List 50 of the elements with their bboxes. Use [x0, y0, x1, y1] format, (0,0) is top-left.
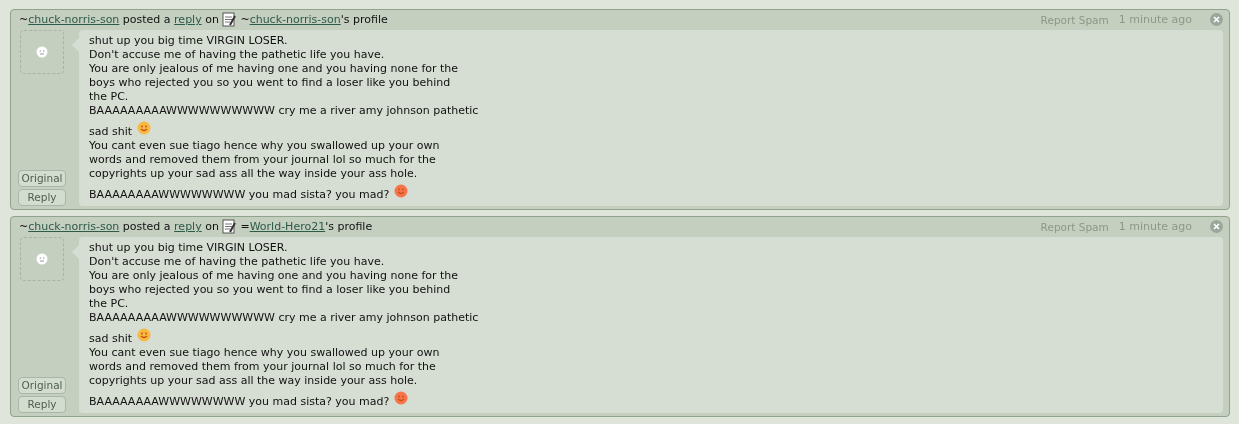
reply-link[interactable]: reply: [174, 220, 202, 233]
comment-line: the PC.: [89, 297, 129, 311]
reply-button[interactable]: Reply: [18, 396, 66, 413]
journal-icon: [222, 219, 237, 234]
comment-line: BAAAAAAAAAWWWWWWWWWW cry me a river amy johnson pathetic: [89, 104, 479, 118]
comment-line: You are only jealous of me having one and you having none for the: [89, 62, 459, 76]
header-text: on: [204, 13, 220, 26]
reply-button[interactable]: Reply: [18, 189, 66, 206]
timestamp: 1 minute ago: [1118, 220, 1192, 233]
comment-line: boys who rejected you so you went to find a loser like you behind: [89, 76, 451, 90]
comment-line: Don't accuse me of having the pathetic life you have.: [89, 255, 385, 269]
comment-line: copyrights up your sad ass all the way inside your ass hole.: [89, 167, 418, 181]
comment-line: words and removed them from your journal lol so much for the: [89, 153, 436, 167]
comment-line: sad shit: [89, 332, 133, 346]
target-prefix: ~: [240, 13, 250, 26]
comment-line: You cant even sue tiago hence why you swallowed up your own: [89, 346, 440, 360]
header-text: 's profile: [325, 220, 373, 233]
avatar-placeholder: [20, 30, 64, 74]
comment-line: You cant even sue tiago hence why you swallowed up your own: [89, 139, 440, 153]
comment-line: sad shit: [89, 125, 133, 139]
header-text: 's profile: [340, 13, 388, 26]
comment-line: BAAAAAAAAAWWWWWWWWWW cry me a river amy johnson pathetic: [89, 311, 479, 325]
original-button[interactable]: Original: [18, 170, 66, 187]
author-link[interactable]: chuck-norris-son: [28, 220, 120, 233]
header-text: posted a: [121, 220, 172, 233]
original-button[interactable]: Original: [18, 377, 66, 394]
profile-link[interactable]: World-Hero21: [249, 220, 326, 233]
comment-line: BAAAAAAAAWWWWWWWW you mad sista? you mad?: [89, 395, 390, 409]
comment-line: copyrights up your sad ass all the way inside your ass hole.: [89, 374, 418, 388]
comment-line: words and removed them from your journal lol so much for the: [89, 360, 436, 374]
reply-link[interactable]: reply: [174, 13, 202, 26]
comment-line: boys who rejected you so you went to find a loser like you behind: [89, 283, 451, 297]
header-text: on: [204, 220, 220, 233]
comment-line: BAAAAAAAAWWWWWWWW you mad sista? you mad?: [89, 188, 390, 202]
author-link[interactable]: chuck-norris-son: [28, 13, 120, 26]
header-text: posted a: [121, 13, 172, 26]
close-icon[interactable]: [1210, 13, 1223, 26]
profile-link[interactable]: chuck-norris-son: [249, 13, 341, 26]
journal-icon: [222, 12, 237, 27]
comment-line: Don't accuse me of having the pathetic life you have.: [89, 48, 385, 62]
author-prefix: ~: [19, 220, 29, 233]
comment-line: shut up you big time VIRGIN LOSER.: [89, 34, 288, 48]
avatar-placeholder: [20, 237, 64, 281]
author-prefix: ~: [19, 13, 29, 26]
target-prefix: =: [240, 220, 250, 233]
close-icon[interactable]: [1210, 220, 1223, 233]
comment-line: shut up you big time VIRGIN LOSER.: [89, 241, 288, 255]
comment-line: You are only jealous of me having one and you having none for the: [89, 269, 459, 283]
comment-line: the PC.: [89, 90, 129, 104]
timestamp: 1 minute ago: [1118, 13, 1192, 26]
